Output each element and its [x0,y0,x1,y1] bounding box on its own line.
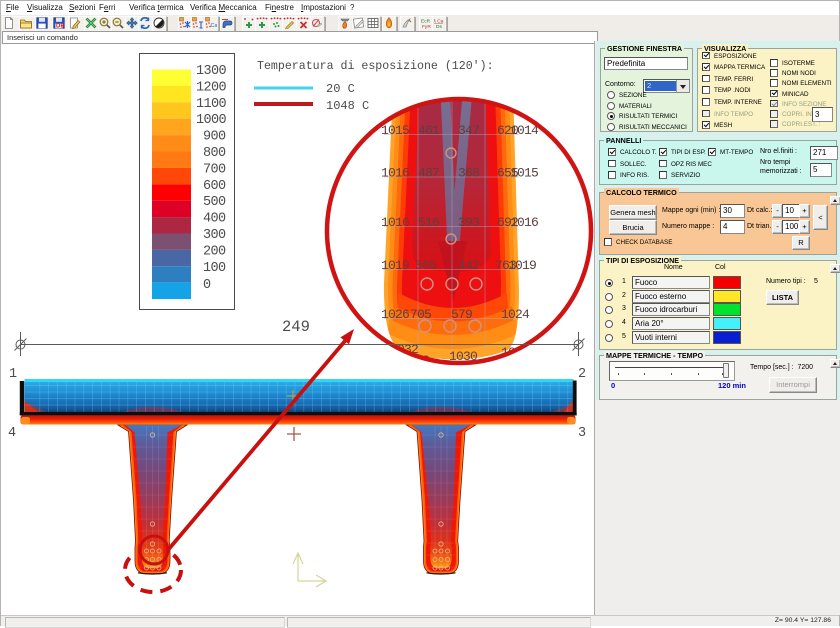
svg-text:4: 4 [8,426,16,441]
svg-text:1024: 1024 [501,307,530,322]
svg-text:600: 600 [203,179,226,194]
svg-text:1019: 1019 [508,258,536,273]
svg-text:FyR: FyR [422,24,431,29]
svg-text:1: 1 [9,367,17,382]
svg-text:900: 900 [203,130,226,145]
svg-text:1100: 1100 [196,97,227,112]
svg-text:700: 700 [203,162,226,177]
svg-text:249: 249 [282,318,310,336]
svg-text:1000: 1000 [196,113,227,128]
svg-text:347: 347 [458,123,479,138]
svg-text:1200: 1200 [196,80,227,95]
svg-text:516: 516 [418,215,439,230]
svg-text:1015: 1015 [510,166,538,181]
svg-text:400: 400 [203,212,226,227]
svg-text:1015: 1015 [381,123,409,138]
svg-text:200: 200 [203,244,226,259]
svg-text:487: 487 [418,166,439,181]
svg-text:1016: 1016 [510,215,538,230]
svg-text:20 C: 20 C [326,82,355,96]
svg-text:1016: 1016 [381,166,409,181]
svg-text:1048 C: 1048 C [326,99,369,113]
svg-text:300: 300 [203,228,226,243]
svg-text:2: 2 [578,367,586,382]
svg-text:1026: 1026 [381,307,409,322]
svg-text:393: 393 [458,215,479,230]
svg-text:1016: 1016 [381,215,409,230]
svg-text:1300: 1300 [196,64,227,79]
svg-text:705: 705 [410,307,431,322]
svg-text:Cad: Cad [211,23,218,29]
svg-text:500: 500 [203,195,226,210]
svg-text:0: 0 [203,278,211,293]
svg-text:1019: 1019 [381,258,409,273]
svg-text:461: 461 [418,123,440,138]
svg-text:DB: DB [56,24,65,30]
svg-text:Ds: Ds [436,24,442,29]
svg-text:EcR: EcR [421,19,431,25]
svg-text:800: 800 [203,146,226,161]
svg-text:3: 3 [578,426,586,441]
svg-text:442: 442 [458,258,479,273]
svg-text:100: 100 [203,261,226,276]
svg-text:565: 565 [415,258,436,273]
svg-text:368: 368 [458,166,479,181]
svg-text:579: 579 [451,307,472,322]
svg-text:Temperatura di esposizione (12: Temperatura di esposizione (120'): [257,60,494,73]
